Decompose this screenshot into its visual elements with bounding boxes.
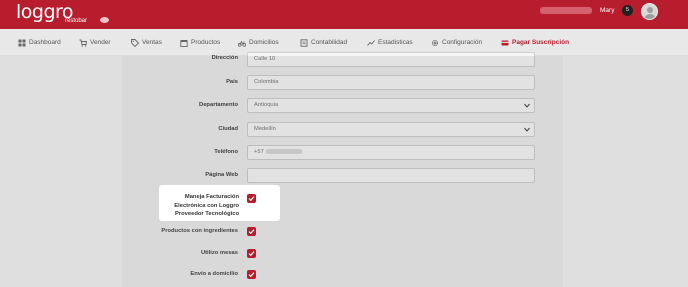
notification-badge[interactable]: 5 [622, 5, 633, 16]
ciudad-select[interactable]: Medellín [247, 122, 535, 137]
chevron-down-icon [524, 127, 530, 132]
facturacion-label-line: Proveedor Tecnológico [175, 211, 239, 217]
top-bar: loggro restobar Mary 5 [0, 0, 688, 29]
departamento-label: Departamento [199, 102, 238, 108]
user-avatar[interactable] [641, 3, 658, 20]
cart-icon [79, 39, 87, 47]
pais-label: País [226, 79, 238, 85]
checkmark-icon [248, 229, 255, 235]
pais-select-value: Colombia [254, 79, 279, 85]
chevron-down-icon [524, 103, 530, 108]
departamento-select[interactable]: Antioquia [247, 98, 535, 113]
bike-icon [238, 40, 246, 47]
nav-label: Productos [191, 39, 221, 46]
facturacion-checkbox[interactable] [247, 194, 256, 203]
eye-icon[interactable] [100, 17, 109, 23]
ingredientes-checkbox[interactable] [247, 227, 256, 236]
tag-icon [131, 38, 139, 47]
gear-icon [431, 39, 439, 46]
mesas-checkbox[interactable] [247, 249, 256, 258]
domicilio-label: Envío a domicilio [190, 271, 238, 277]
nav-item-dashboard[interactable]: Dashboard [18, 29, 61, 56]
nav-label: Estadisticas [378, 39, 413, 46]
nav-label: Domicilios [249, 39, 279, 46]
domicilio-checkbox[interactable] [247, 270, 256, 279]
mesas-label: Utilizo mesas [200, 250, 238, 256]
direccion-input[interactable]: Calle 10 [247, 52, 535, 67]
user-name[interactable]: Mary [600, 6, 614, 15]
pagina-web-input[interactable] [247, 168, 535, 183]
nav-label: Ventas [142, 39, 162, 46]
ingredientes-label: Productos con ingredientes [161, 228, 238, 234]
nav-item-vender[interactable]: Vender [79, 29, 111, 56]
facturacion-label-line: Electrónica con Loggro [174, 202, 239, 209]
credit-card-icon [501, 40, 509, 45]
checkmark-icon [248, 272, 255, 278]
app-logo-subtitle: restobar [65, 18, 88, 24]
nav-label: Contabilidad [311, 39, 348, 46]
chart-icon [367, 39, 375, 46]
nav-item-productos[interactable]: Productos [180, 29, 220, 56]
facturacion-label: Maneja Facturación Electrónica con Loggr… [159, 193, 239, 219]
pais-select[interactable]: Colombia [247, 75, 535, 90]
telefono-value: +57 [254, 149, 264, 155]
checkmark-icon [248, 251, 255, 257]
ciudad-select-value: Medellín [254, 126, 276, 132]
departamento-select-value: Antioquia [254, 102, 279, 108]
nav-label: Vender [90, 39, 111, 46]
highlighted-facturacion-option: Maneja Facturación Electrónica con Loggr… [159, 185, 280, 221]
facturacion-label-line: Maneja Facturación [184, 194, 239, 200]
telefono-label: Teléfono [214, 149, 238, 155]
direccion-label: Dirección [211, 55, 238, 61]
nav-item-ventas[interactable]: Ventas [131, 29, 162, 56]
pagina-web-label: Página Web [205, 172, 238, 178]
blurred-account-name [540, 7, 592, 14]
box-icon [180, 39, 188, 47]
book-icon [300, 38, 308, 47]
ciudad-label: Ciudad [218, 126, 238, 132]
checkmark-icon [248, 196, 255, 202]
nav-label: Configuración [442, 39, 483, 46]
telefono-input[interactable]: +57 [247, 145, 535, 160]
blurred-phone-number [265, 148, 302, 154]
nav-label: Dashboard [29, 39, 61, 46]
dashboard-icon [18, 39, 26, 46]
nav-label: Pagar Suscripción [512, 39, 570, 46]
